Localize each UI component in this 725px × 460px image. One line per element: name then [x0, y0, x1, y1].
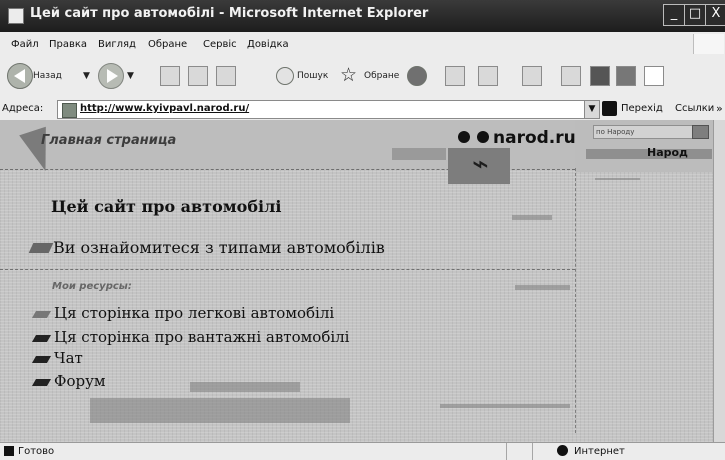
site-search-button[interactable]: [692, 125, 709, 139]
scan-noise: [190, 382, 300, 392]
discuss-icon[interactable]: [561, 66, 581, 86]
back-arrow-icon: [14, 69, 25, 83]
internet-zone-icon: [557, 445, 568, 456]
logo-glyph-icon: ⌁: [472, 147, 489, 180]
status-separator: [506, 443, 507, 460]
address-bar: Адреса: http://www.kyivpavl.narod.ru/ ▼ …: [0, 98, 725, 121]
site-search-input[interactable]: по Народу: [593, 125, 693, 139]
standard-toolbar: Назад ▼ ▼ Пошук ☆ Обране: [0, 56, 725, 99]
links-chevron-icon[interactable]: »: [716, 102, 723, 115]
resources-label: Мои ресурсы:: [52, 281, 132, 292]
site-banner: Главная страница ⌁ narod.ru: [0, 120, 576, 184]
title-bar: Цей сайт про автомобілі - Microsoft Inte…: [0, 0, 725, 32]
menu-tools[interactable]: Сервіс: [203, 39, 237, 50]
refresh-icon[interactable]: [188, 66, 208, 86]
history-icon[interactable]: [407, 66, 427, 86]
forward-arrow-icon: [107, 69, 118, 83]
internet-explorer-icon: [8, 8, 24, 24]
logo-dot-icon: [477, 131, 489, 143]
scan-noise: [440, 404, 570, 408]
edit-icon[interactable]: [522, 66, 542, 86]
site-search-box: по Народу Народ: [575, 120, 713, 172]
close-button[interactable]: X: [705, 4, 725, 26]
back-button[interactable]: [7, 63, 33, 89]
research-icon[interactable]: [616, 66, 636, 86]
address-input[interactable]: http://www.kyivpavl.narod.ru/: [57, 100, 586, 119]
forward-dropdown-icon[interactable]: ▼: [127, 71, 134, 81]
menu-bar: Файл Правка Вигляд Обране Сервіс Довідка: [0, 32, 725, 57]
search-label[interactable]: Пошук: [297, 71, 328, 81]
home-icon[interactable]: [216, 66, 236, 86]
scan-noise: [512, 215, 552, 220]
menu-view[interactable]: Вигляд: [98, 39, 136, 50]
maximize-button[interactable]: □: [684, 4, 706, 26]
window-title: Цей сайт про автомобілі - Microsoft Inte…: [30, 6, 429, 21]
menu-file[interactable]: Файл: [11, 39, 39, 50]
menu-help[interactable]: Довідка: [247, 39, 289, 50]
search-icon[interactable]: [276, 67, 294, 85]
print-icon[interactable]: [478, 66, 498, 86]
menu-favorites[interactable]: Обране: [148, 39, 187, 50]
status-separator: [532, 443, 533, 460]
windows-logo-icon: [693, 34, 724, 54]
scan-noise: [515, 285, 570, 290]
address-dropdown-icon[interactable]: ▼: [584, 100, 600, 119]
link-text[interactable]: Форум: [54, 372, 106, 390]
links-label[interactable]: Ссылки: [675, 103, 714, 114]
scan-noise: [595, 178, 640, 180]
link-text[interactable]: Ця сторінка про вантажні автомобілі: [54, 328, 349, 346]
web-page-content: Главная страница ⌁ narod.ru по Народу На…: [0, 120, 713, 442]
toolbar-extension-icon[interactable]: [644, 66, 664, 86]
home-link[interactable]: Главная страница: [41, 133, 176, 148]
status-text: Готово: [18, 446, 55, 457]
stop-icon[interactable]: [160, 66, 180, 86]
content-vertical-divider: [575, 168, 576, 433]
link-text[interactable]: Чат: [54, 349, 83, 367]
intro-text: Ви ознайомитеся з типами автомобілів: [53, 238, 385, 257]
vertical-scrollbar[interactable]: [713, 120, 725, 442]
mail-icon[interactable]: [445, 66, 465, 86]
back-label: Назад: [33, 71, 62, 81]
address-label: Адреса:: [2, 103, 44, 114]
narod-logo[interactable]: narod.ru: [493, 128, 576, 148]
favorites-label[interactable]: Обране: [364, 71, 399, 81]
security-zone: Интернет: [574, 446, 625, 457]
link-text[interactable]: Ця сторінка про легкові автомобілі: [54, 304, 334, 322]
scan-noise: [392, 148, 446, 160]
favorites-star-icon[interactable]: ☆: [340, 64, 357, 86]
menu-edit[interactable]: Правка: [49, 39, 87, 50]
back-dropdown-icon[interactable]: ▼: [83, 71, 90, 81]
scan-noise: [90, 398, 350, 423]
address-url[interactable]: http://www.kyivpavl.narod.ru/: [80, 103, 249, 114]
minimize-button[interactable]: _: [663, 4, 685, 26]
status-bar: Готово Интернет: [0, 442, 725, 460]
go-button-label[interactable]: Перехід: [621, 103, 663, 114]
logo-dot-icon: [458, 131, 470, 143]
content-divider: [0, 269, 575, 270]
page-title: Цей сайт про автомобілі: [51, 197, 282, 216]
side-menu-label[interactable]: Народ: [647, 146, 688, 159]
page-status-icon: [4, 446, 14, 456]
messenger-icon[interactable]: [590, 66, 610, 86]
go-icon[interactable]: [602, 101, 617, 116]
page-icon: [62, 103, 77, 118]
forward-button[interactable]: [98, 63, 124, 89]
